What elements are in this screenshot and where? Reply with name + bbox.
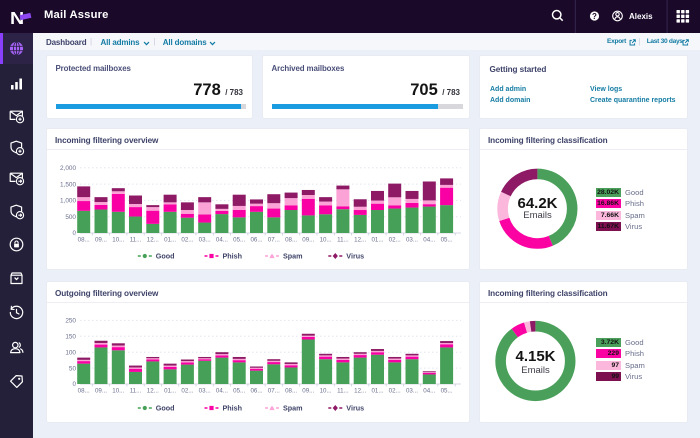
svg-text:06...: 06... [250, 388, 262, 395]
svg-text:04...: 04... [423, 388, 435, 395]
svg-text:08...: 08... [285, 237, 297, 244]
svg-text:04...: 04... [216, 237, 228, 244]
svg-text:12...: 12... [354, 237, 366, 244]
svg-text:Virus: Virus [346, 403, 364, 412]
svg-text:Spam: Spam [283, 251, 303, 260]
svg-text:11...: 11... [130, 388, 142, 395]
svg-text:1,500: 1,500 [60, 181, 76, 188]
svg-text:06...: 06... [250, 237, 262, 244]
svg-text:05...: 05... [233, 237, 245, 244]
svg-text:100: 100 [65, 349, 76, 356]
svg-text:12...: 12... [147, 388, 159, 395]
svg-text:05...: 05... [441, 237, 453, 244]
svg-text:07...: 07... [268, 388, 280, 395]
svg-text:07...: 07... [268, 237, 280, 244]
svg-text:1,000: 1,000 [60, 198, 76, 205]
svg-text:01...: 01... [371, 388, 383, 395]
svg-text:09...: 09... [302, 237, 314, 244]
svg-text:0: 0 [72, 381, 76, 388]
svg-text:04...: 04... [423, 237, 435, 244]
svg-text:10...: 10... [320, 388, 332, 395]
svg-text:02...: 02... [181, 237, 193, 244]
svg-text:02...: 02... [389, 237, 401, 244]
svg-text:04...: 04... [216, 388, 228, 395]
svg-text:10...: 10... [112, 388, 124, 395]
svg-text:11...: 11... [337, 388, 349, 395]
svg-text:08...: 08... [78, 388, 90, 395]
svg-text:?: ? [592, 12, 597, 21]
svg-text:10...: 10... [320, 237, 332, 244]
svg-text:0: 0 [72, 230, 76, 237]
svg-text:02...: 02... [181, 388, 193, 395]
svg-text:12...: 12... [147, 237, 159, 244]
svg-text:08...: 08... [285, 388, 297, 395]
svg-text:01...: 01... [164, 388, 176, 395]
svg-text:Good: Good [156, 251, 175, 260]
svg-text:08...: 08... [78, 237, 90, 244]
svg-text:09...: 09... [95, 237, 107, 244]
svg-text:Alexis: Alexis [629, 12, 653, 21]
svg-text:12...: 12... [354, 388, 366, 395]
svg-text:500: 500 [65, 214, 76, 221]
svg-text:250: 250 [65, 318, 76, 325]
svg-text:03...: 03... [406, 237, 418, 244]
svg-text:Virus: Virus [346, 251, 364, 260]
svg-text:02...: 02... [389, 388, 401, 395]
svg-text:50: 50 [69, 365, 77, 372]
svg-text:09...: 09... [302, 388, 314, 395]
svg-text:11...: 11... [130, 237, 142, 244]
svg-text:03...: 03... [199, 237, 211, 244]
svg-text:11...: 11... [337, 237, 349, 244]
svg-text:09...: 09... [95, 388, 107, 395]
svg-text:05...: 05... [441, 388, 453, 395]
svg-text:03...: 03... [199, 388, 211, 395]
svg-text:10...: 10... [112, 237, 124, 244]
svg-text:150: 150 [65, 334, 76, 341]
svg-text:01...: 01... [164, 237, 176, 244]
svg-text:Good: Good [156, 403, 175, 412]
svg-text:Phish: Phish [223, 251, 243, 260]
svg-text:03...: 03... [406, 388, 418, 395]
svg-text:01...: 01... [371, 237, 383, 244]
svg-text:Phish: Phish [223, 403, 243, 412]
svg-text:2,000: 2,000 [60, 165, 76, 172]
svg-text:05...: 05... [233, 388, 245, 395]
svg-text:Spam: Spam [283, 403, 303, 412]
